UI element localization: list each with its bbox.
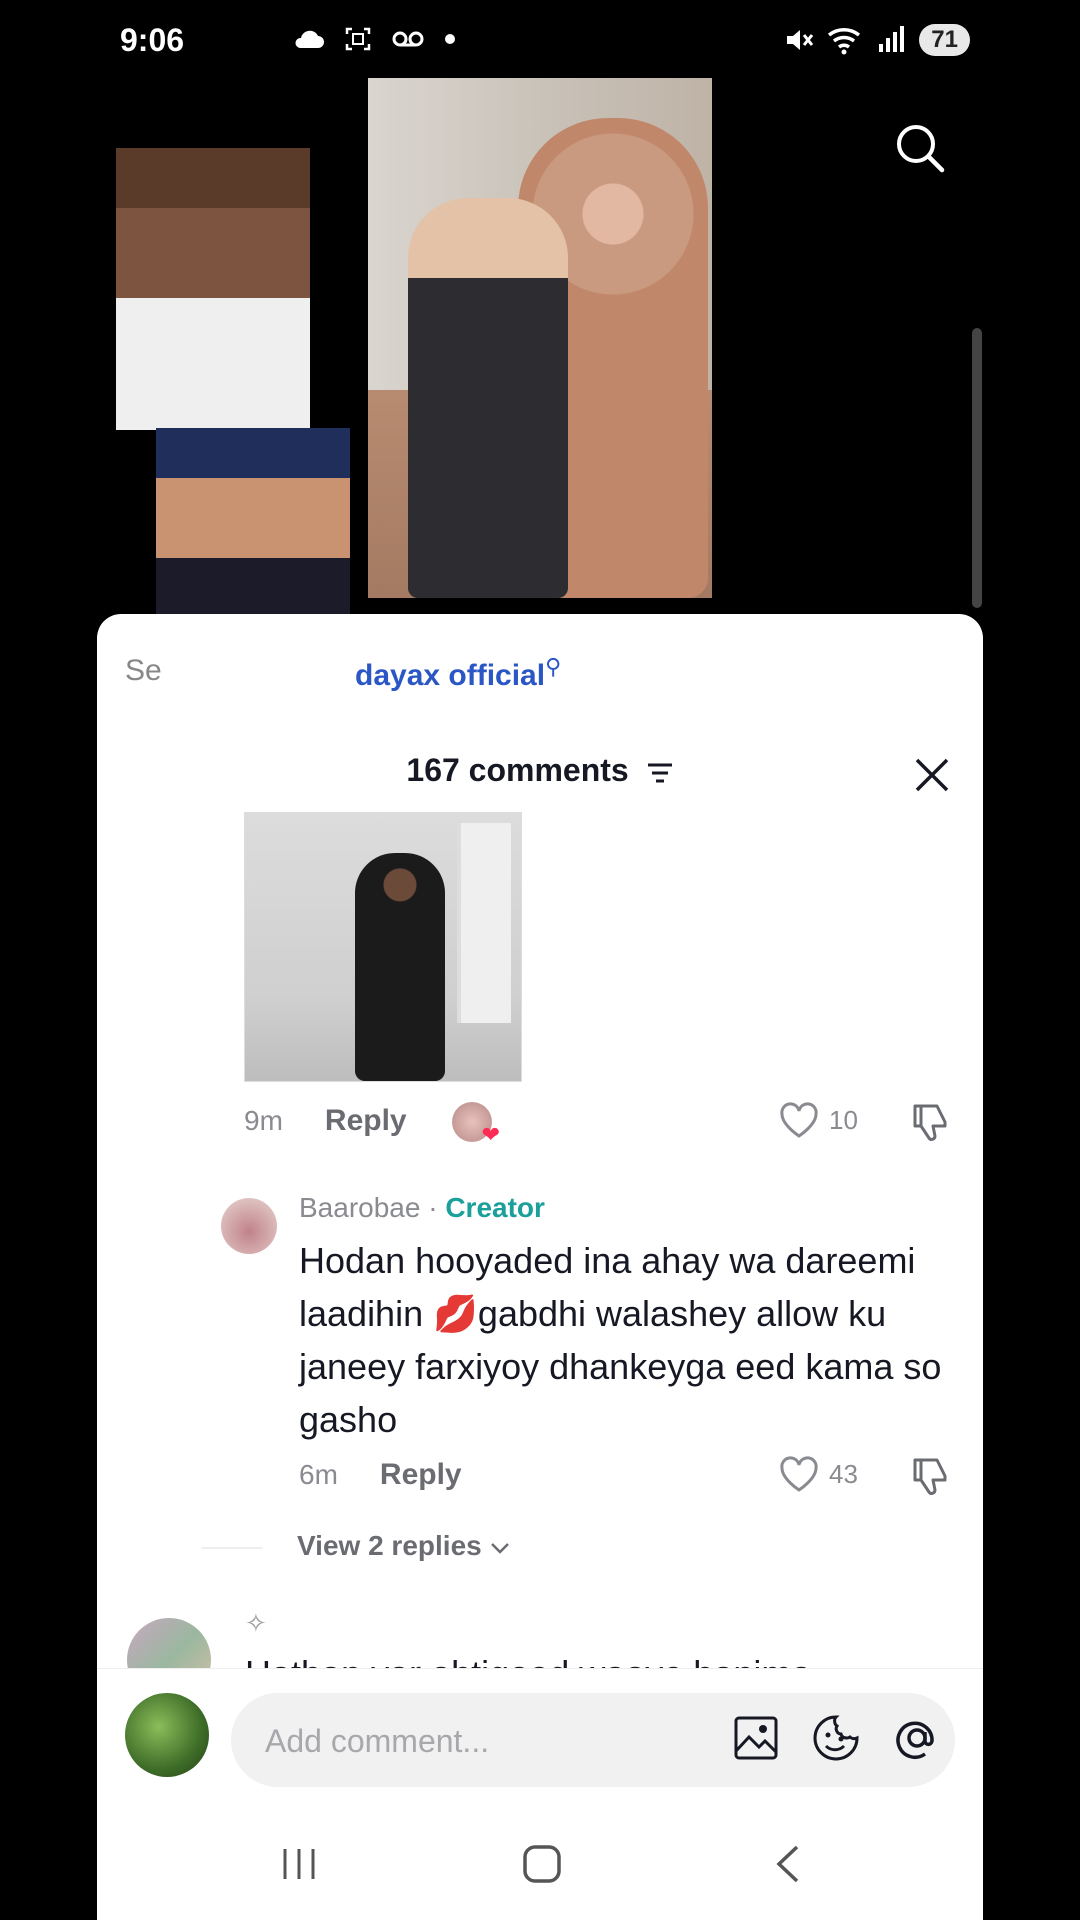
like-count: 10 — [829, 1104, 858, 1135]
comment-input[interactable] — [263, 1693, 667, 1789]
heart-outline-icon — [780, 1102, 818, 1138]
heart-icon: ❤ — [481, 1122, 500, 1147]
voicemail-icon — [392, 31, 424, 47]
overlay-photo-man — [116, 148, 310, 430]
search-suggestion[interactable]: Se dayax official⚲ — [125, 654, 561, 692]
back-icon[interactable] — [773, 1844, 803, 1884]
input-actions — [733, 1713, 941, 1763]
comment-input-field[interactable] — [231, 1693, 955, 1789]
search-small-icon: ⚲ — [545, 654, 562, 679]
reply-time: 6m — [299, 1459, 338, 1490]
screenshot-icon — [345, 27, 371, 51]
reply-text: Hodan hooyaded ina ahay wa dareemi laadi… — [299, 1240, 942, 1440]
reply-author-name: Baarobae — [299, 1192, 421, 1223]
comments-sheet: Se dayax official⚲ 167 comments 9m Reply… — [97, 614, 983, 1920]
reply-author[interactable]: Baarobae · Creator — [299, 1192, 545, 1224]
heart-outline-icon — [780, 1456, 818, 1492]
comment-image[interactable] — [244, 812, 522, 1082]
filter-icon[interactable] — [646, 762, 674, 784]
user-badge-icon: ✧ — [245, 1608, 267, 1638]
like-button[interactable]: 10 — [779, 1102, 858, 1138]
reply-meta: 6m Reply — [299, 1458, 462, 1492]
reply-button[interactable]: Reply — [380, 1458, 462, 1492]
mention-icon[interactable] — [893, 1714, 941, 1762]
comment-meta: 9m Reply — [244, 1104, 407, 1138]
comment-input-bar — [97, 1668, 983, 1809]
creator-liked-avatar: ❤ — [452, 1102, 500, 1147]
system-nav-bar — [97, 1808, 983, 1920]
image-icon[interactable] — [733, 1715, 779, 1761]
signal-icon — [879, 26, 905, 52]
divider — [202, 1547, 262, 1549]
like-button[interactable]: 43 — [779, 1456, 858, 1492]
comment-time: 9m — [244, 1105, 283, 1136]
creator-badge: Creator — [445, 1192, 545, 1223]
status-bar: 9:06 71 — [0, 0, 1080, 80]
dot-icon — [445, 34, 455, 44]
dislike-icon[interactable] — [911, 1456, 951, 1498]
home-icon[interactable] — [522, 1844, 562, 1884]
chevron-down-icon — [490, 1543, 509, 1554]
cloud-icon — [295, 30, 324, 48]
avatar[interactable] — [221, 1198, 277, 1254]
battery-icon: 71 — [919, 24, 970, 56]
mute-icon — [787, 30, 814, 50]
like-count: 43 — [829, 1458, 858, 1489]
comments-header: 167 comments — [97, 734, 983, 814]
search-icon[interactable] — [894, 122, 946, 174]
status-left-icons — [292, 26, 456, 52]
scrollbar[interactable] — [972, 328, 982, 608]
comment-count: 167 comments — [97, 752, 983, 789]
recent-apps-icon[interactable] — [279, 1844, 319, 1884]
status-right-icons: 71 — [783, 24, 970, 56]
avatar[interactable] — [125, 1693, 209, 1777]
dislike-icon[interactable] — [911, 1102, 951, 1144]
video-main-photo — [368, 78, 712, 598]
wifi-icon — [828, 27, 861, 55]
close-icon[interactable] — [913, 756, 951, 794]
search-suggestion-prefix: Se — [125, 654, 162, 687]
status-time: 9:06 — [120, 22, 185, 58]
search-suggestion-query[interactable]: dayax official⚲ — [355, 654, 561, 693]
reply-button[interactable]: Reply — [325, 1104, 407, 1138]
view-replies-button[interactable]: View 2 replies — [297, 1530, 510, 1562]
emoji-icon[interactable] — [811, 1713, 861, 1763]
